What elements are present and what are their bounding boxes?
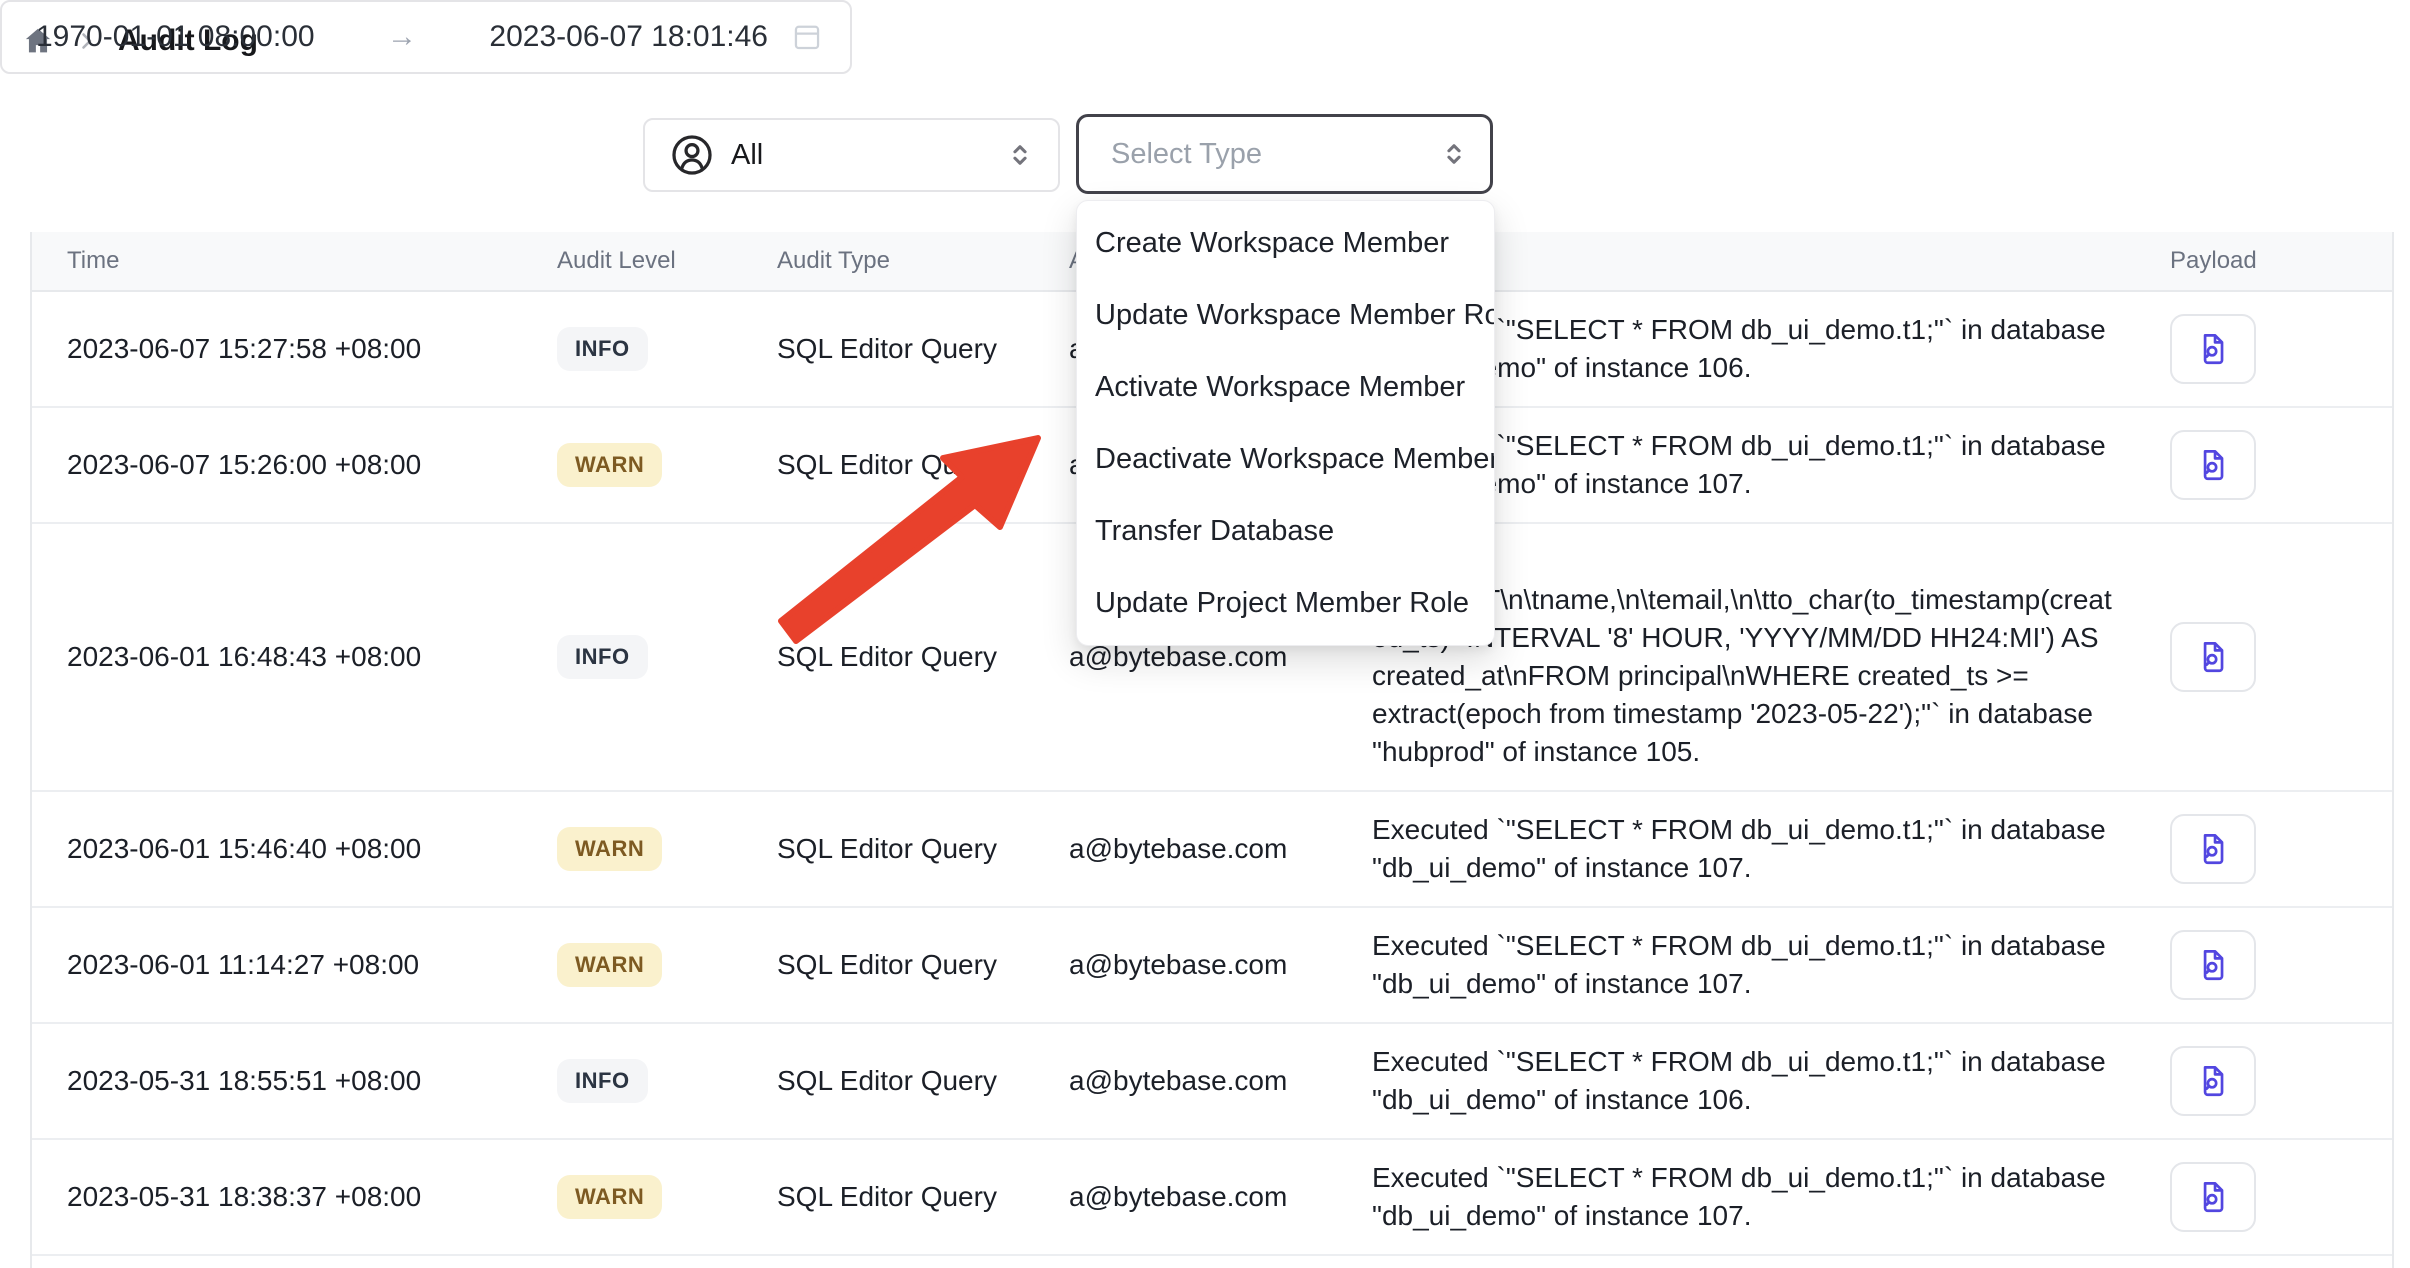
chevron-updown-icon (1438, 138, 1470, 170)
payload-document-search-icon (2194, 446, 2232, 484)
menu-item-create-workspace-member[interactable]: Create Workspace Member (1077, 207, 1494, 279)
menu-item-deactivate-workspace-member[interactable]: Deactivate Workspace Member (1077, 423, 1494, 495)
cell-actor: a@bytebase.com (1069, 949, 1372, 981)
cell-audit-type: SQL Editor Query (777, 833, 1069, 865)
menu-item-update-workspace-member[interactable]: Update Workspace Member Role (1077, 279, 1494, 351)
date-range-end[interactable]: 2023-06-07 18:01:46 (489, 20, 768, 54)
payload-document-search-icon (2194, 638, 2232, 676)
payload-document-search-icon (2194, 330, 2232, 368)
audit-log-page: Audit Log All Select Type 1970-01-01 08:… (0, 0, 2410, 1268)
column-header-audit-type: Audit Type (777, 247, 1069, 275)
cell-actor: a@bytebase.com (1069, 1065, 1372, 1097)
cell-audit-type: SQL Editor Query (777, 949, 1069, 981)
table-row: 2023-06-01 15:46:40 +08:00 WARN SQL Edit… (32, 792, 2392, 908)
menu-item-transfer-database[interactable]: Transfer Database (1077, 495, 1494, 567)
cell-actor: a@bytebase.com (1069, 1181, 1372, 1213)
person-circle-icon (669, 132, 715, 178)
cell-audit-type: SQL Editor Query (777, 449, 1069, 481)
audit-level-badge: WARN (557, 443, 662, 487)
menu-item-activate-workspace-member[interactable]: Activate Workspace Member (1077, 351, 1494, 423)
date-range-arrow: → (315, 20, 490, 54)
cell-audit-type: SQL Editor Query (777, 1065, 1069, 1097)
date-range-start[interactable]: 1970-01-01 08:00:00 (36, 20, 315, 54)
audit-level-badge: WARN (557, 827, 662, 871)
cell-time: 2023-06-07 15:27:58 +08:00 (32, 333, 557, 365)
audit-level-badge: WARN (557, 943, 662, 987)
audit-level-badge: INFO (557, 1059, 648, 1103)
chevron-updown-icon (1004, 139, 1036, 171)
view-payload-button[interactable] (2170, 1046, 2256, 1116)
table-row: 2023-05-31 18:38:37 +08:00 WARN SQL Edit… (32, 1140, 2392, 1256)
cell-time: 2023-05-31 18:55:51 +08:00 (32, 1065, 557, 1097)
actor-filter-select[interactable]: All (643, 118, 1060, 192)
audit-level-badge: INFO (557, 327, 648, 371)
view-payload-button[interactable] (2170, 814, 2256, 884)
cell-time: 2023-06-01 16:48:43 +08:00 (32, 641, 557, 673)
view-payload-button[interactable] (2170, 314, 2256, 384)
cell-comment: Executed `"SELECT * FROM db_ui_demo.t1;"… (1372, 908, 2152, 1022)
cell-audit-type: SQL Editor Query (777, 1181, 1069, 1213)
payload-document-search-icon (2194, 830, 2232, 868)
calendar-icon (790, 20, 824, 54)
cell-audit-type: SQL Editor Query (777, 641, 1069, 673)
cell-comment: Executed `"SELECT * FROM db_ui_demo.t1;"… (1372, 792, 2152, 906)
payload-document-search-icon (2194, 1178, 2232, 1216)
table-row: 2023-06-01 11:14:27 +08:00 WARN SQL Edit… (32, 908, 2392, 1024)
audit-level-badge: INFO (557, 635, 648, 679)
cell-time: 2023-06-01 15:46:40 +08:00 (32, 833, 557, 865)
type-select-dropdown-menu: Create Workspace Member Update Workspace… (1076, 200, 1495, 646)
menu-item-update-project-member[interactable]: Update Project Member Role (1077, 567, 1494, 639)
column-header-time: Time (32, 247, 557, 275)
view-payload-button[interactable] (2170, 430, 2256, 500)
cell-time: 2023-05-31 18:38:37 +08:00 (32, 1181, 557, 1213)
view-payload-button[interactable] (2170, 1162, 2256, 1232)
view-payload-button[interactable] (2170, 930, 2256, 1000)
cell-audit-type: SQL Editor Query (777, 333, 1069, 365)
type-filter-select[interactable]: Select Type (1076, 114, 1493, 194)
column-header-payload: Payload (2152, 247, 2392, 275)
cell-time: 2023-06-01 11:14:27 +08:00 (32, 949, 557, 981)
payload-document-search-icon (2194, 946, 2232, 984)
column-header-audit-level: Audit Level (557, 247, 777, 275)
audit-level-badge: WARN (557, 1175, 662, 1219)
cell-comment: Executed `"SELECT * FROM db_ui_demo.t1;"… (1372, 1140, 2152, 1254)
type-filter-placeholder: Select Type (1111, 138, 1262, 171)
view-payload-button[interactable] (2170, 622, 2256, 692)
actor-filter-value: All (731, 139, 763, 172)
payload-document-search-icon (2194, 1062, 2232, 1100)
cell-time: 2023-06-07 15:26:00 +08:00 (32, 449, 557, 481)
cell-comment: Executed `"SELECT * FROM db_ui_demo.t1;"… (1372, 1024, 2152, 1138)
date-range-picker[interactable]: 1970-01-01 08:00:00 → 2023-06-07 18:01:4… (0, 0, 852, 74)
cell-actor: a@bytebase.com (1069, 833, 1372, 865)
table-row: 2023-05-31 18:55:51 +08:00 INFO SQL Edit… (32, 1024, 2392, 1140)
